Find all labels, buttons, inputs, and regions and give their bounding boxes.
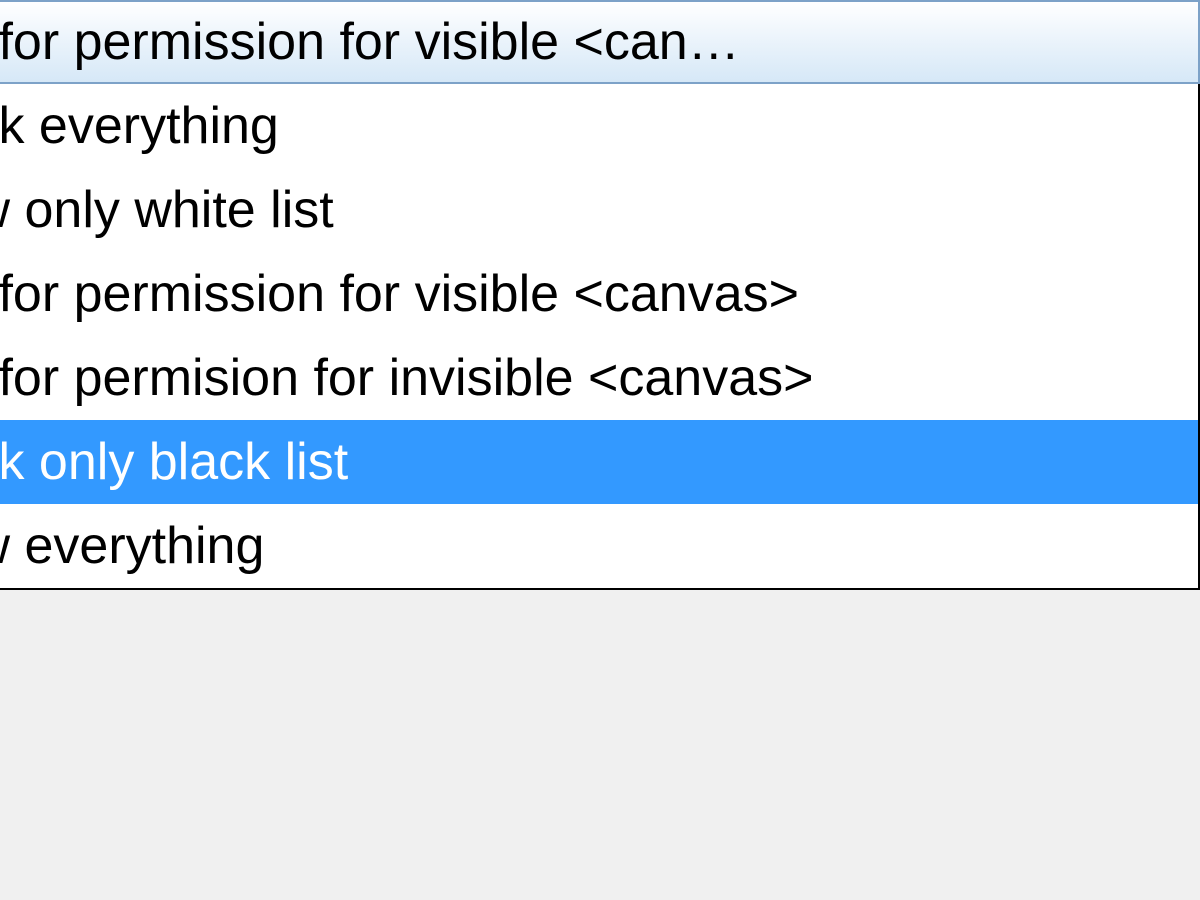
dropdown-option-label: low only white list [0,181,334,239]
dropdown-option-label: sk for permission for visible <canvas> [0,265,799,323]
dropdown-option-allow-everything[interactable]: low everything [0,504,1198,588]
dropdown-combobox[interactable]: sk for permission for visible <can… lock… [0,0,1200,590]
dropdown-option-label: low everything [0,517,264,575]
dropdown-option-allow-white-list[interactable]: low only white list [0,168,1198,252]
dropdown-option-ask-invisible-canvas[interactable]: sk for permision for invisible <canvas> [0,336,1198,420]
dropdown-options-list: lock everything low only white list sk f… [0,84,1200,590]
dropdown-selected-value[interactable]: sk for permission for visible <can… [0,0,1200,84]
dropdown-option-ask-visible-canvas[interactable]: sk for permission for visible <canvas> [0,252,1198,336]
dropdown-option-block-black-list[interactable]: lock only black list [0,420,1198,504]
dropdown-option-label: sk for permision for invisible <canvas> [0,349,814,407]
dropdown-option-block-everything[interactable]: lock everything [0,84,1198,168]
dropdown-option-label: lock only black list [0,433,348,491]
dropdown-option-label: lock everything [0,97,279,155]
dropdown-selected-text: sk for permission for visible <can… [0,13,740,71]
